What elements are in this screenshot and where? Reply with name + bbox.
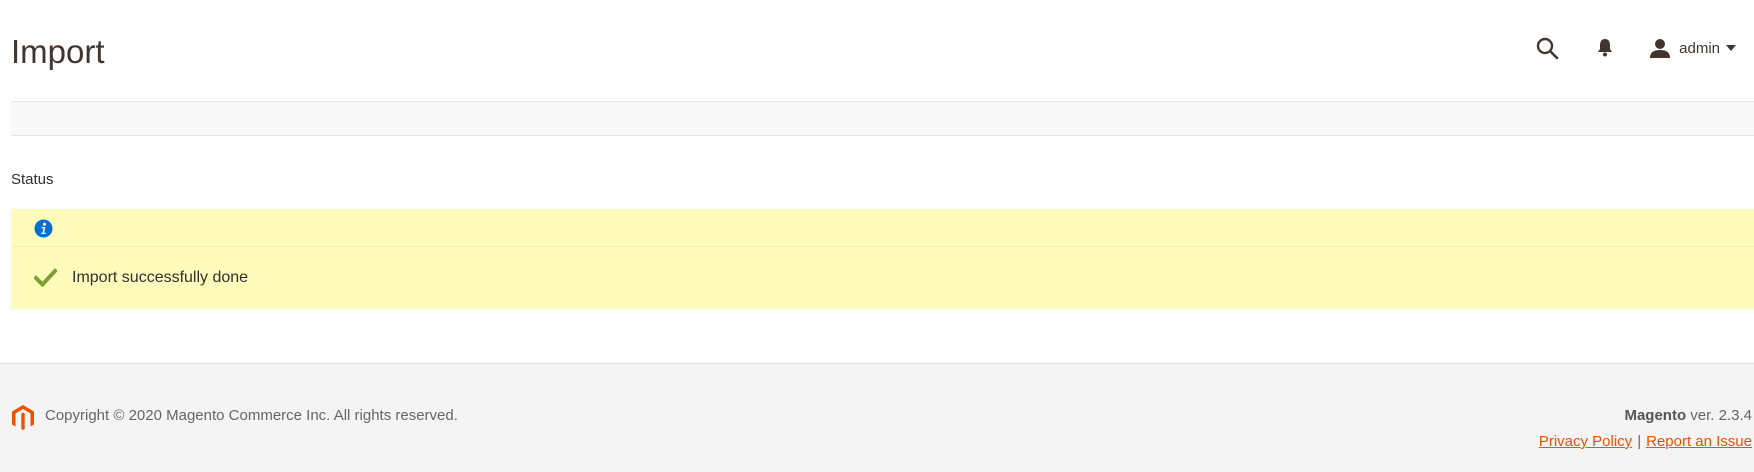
info-message: [11, 209, 1754, 247]
checkmark-icon: [34, 268, 57, 287]
page-header: Import admin: [0, 0, 1754, 100]
privacy-policy-link[interactable]: Privacy Policy: [1539, 433, 1632, 450]
report-issue-link[interactable]: Report an Issue: [1646, 433, 1752, 450]
link-separator: |: [1637, 433, 1642, 450]
status-messages: Import successfully done: [11, 209, 1754, 309]
copyright-text: Copyright © 2020 Magento Commerce Inc. A…: [45, 407, 458, 424]
magento-logo-icon[interactable]: [11, 405, 35, 431]
page-title: Import: [11, 33, 105, 70]
page-actions-toolbar: [11, 101, 1754, 136]
status-section-title: Status: [11, 171, 54, 188]
footer-links: Privacy Policy | Report an Issue: [1539, 432, 1752, 452]
search-icon: [1536, 37, 1559, 60]
success-message: Import successfully done: [11, 248, 1754, 309]
user-name: admin: [1679, 39, 1720, 57]
user-account-button[interactable]: admin: [1649, 30, 1736, 66]
success-message-text: Import successfully done: [72, 269, 249, 286]
info-icon: [34, 219, 53, 238]
version-text: ver. 2.3.4: [1686, 407, 1752, 424]
caret-down-icon: [1726, 45, 1736, 51]
version-info: Magento ver. 2.3.4: [1624, 406, 1752, 426]
page-footer: Copyright © 2020 Magento Commerce Inc. A…: [0, 363, 1754, 472]
search-button[interactable]: [1529, 30, 1565, 66]
notifications-button[interactable]: [1587, 30, 1623, 66]
brand-name: Magento: [1624, 407, 1687, 424]
bell-icon: [1598, 39, 1613, 57]
user-icon: [1649, 37, 1671, 59]
header-actions: admin: [1529, 30, 1736, 66]
